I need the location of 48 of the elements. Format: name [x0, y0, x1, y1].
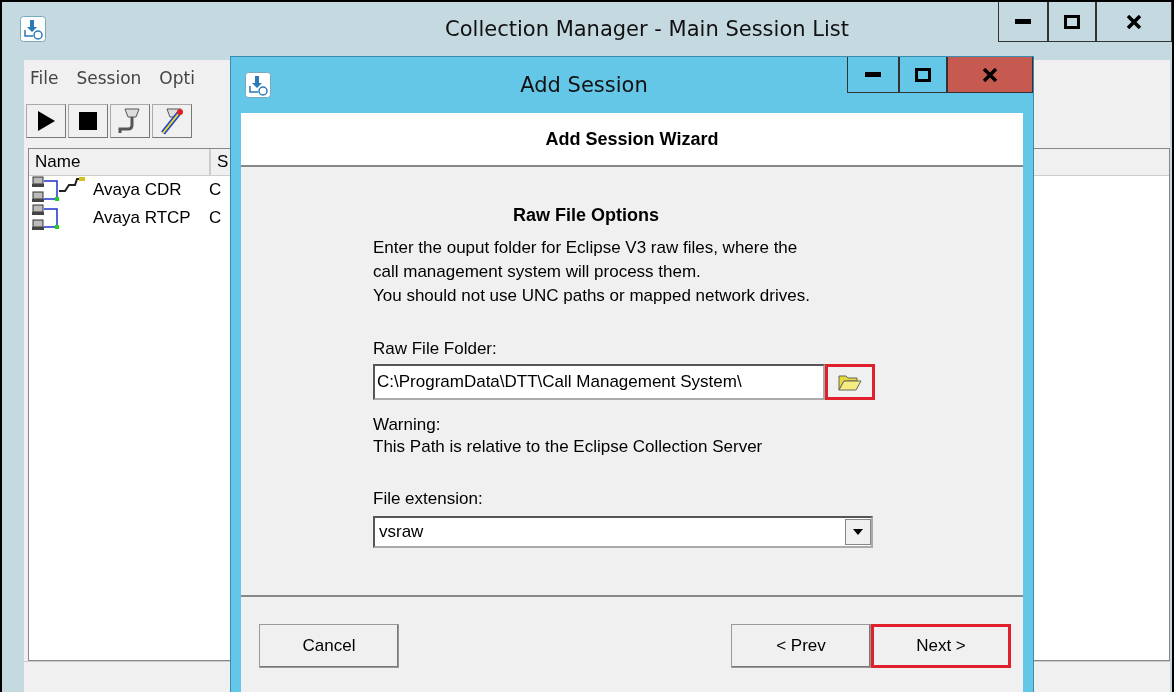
extension-dropdown[interactable]: vsraw — [373, 516, 873, 548]
session-name: Avaya RTCP — [93, 208, 192, 228]
warning-label: Warning: — [373, 414, 442, 436]
description-text: You should not use UNC paths or mapped network drives. — [373, 285, 811, 307]
app-icon — [245, 72, 271, 98]
close-icon — [982, 67, 998, 82]
maximize-icon — [915, 67, 931, 82]
description-text: Enter the ouput folder for Eclipse V3 raw files, where the — [373, 237, 799, 259]
toolbar-button[interactable] — [152, 104, 192, 138]
menu-item[interactable]: File — [30, 68, 59, 90]
table-cell-text: C — [209, 180, 223, 200]
maximize-button[interactable] — [899, 57, 947, 93]
description-text: call management system will process them. — [373, 261, 702, 283]
toolbar-button[interactable] — [68, 104, 108, 138]
stop-icon — [79, 112, 97, 130]
dropdown-button[interactable] — [845, 519, 871, 545]
menu-item[interactable]: Session — [76, 68, 142, 90]
close-button[interactable] — [1096, 2, 1172, 42]
wizard-button[interactable]: Next > — [871, 623, 1011, 668]
wizard-button[interactable]: Cancel — [259, 623, 399, 668]
window-title: Collection Manager - Main Session List — [444, 17, 850, 41]
warning-text: This Path is relative to the Eclipse Collection Server — [373, 436, 764, 458]
section-title: Raw File Options — [513, 205, 660, 226]
minimize-button[interactable] — [847, 57, 899, 93]
caret-icon — [853, 529, 863, 535]
field-label: File extension: — [373, 488, 484, 510]
toolbar-button[interactable] — [110, 104, 150, 138]
connector-icon — [117, 107, 143, 135]
wizard-button[interactable]: < Prev — [731, 623, 871, 668]
minimize-button[interactable] — [998, 2, 1048, 42]
toolbar-button[interactable] — [26, 104, 66, 138]
connector-pencil-icon — [159, 107, 185, 135]
folder-icon — [838, 373, 862, 391]
maximize-icon — [1064, 14, 1080, 29]
menu-item[interactable]: Opti — [159, 68, 195, 90]
wizard-title: Add Session Wizard — [545, 128, 719, 150]
maximize-button[interactable] — [1048, 2, 1096, 42]
table-cell-text: C — [209, 208, 223, 228]
field-label: Raw File Folder: — [373, 338, 498, 360]
session-name: Avaya CDR — [93, 180, 183, 200]
close-icon — [1126, 14, 1142, 29]
browse-button[interactable] — [825, 364, 875, 400]
minimize-icon — [865, 71, 881, 78]
app-icon — [20, 16, 46, 42]
folder-path-field[interactable]: C:\ProgramData\DTT\Call Management System\ — [373, 364, 825, 400]
dialog-title: Add Session — [519, 73, 649, 97]
minimize-icon — [1015, 18, 1031, 25]
play-icon — [36, 110, 56, 132]
